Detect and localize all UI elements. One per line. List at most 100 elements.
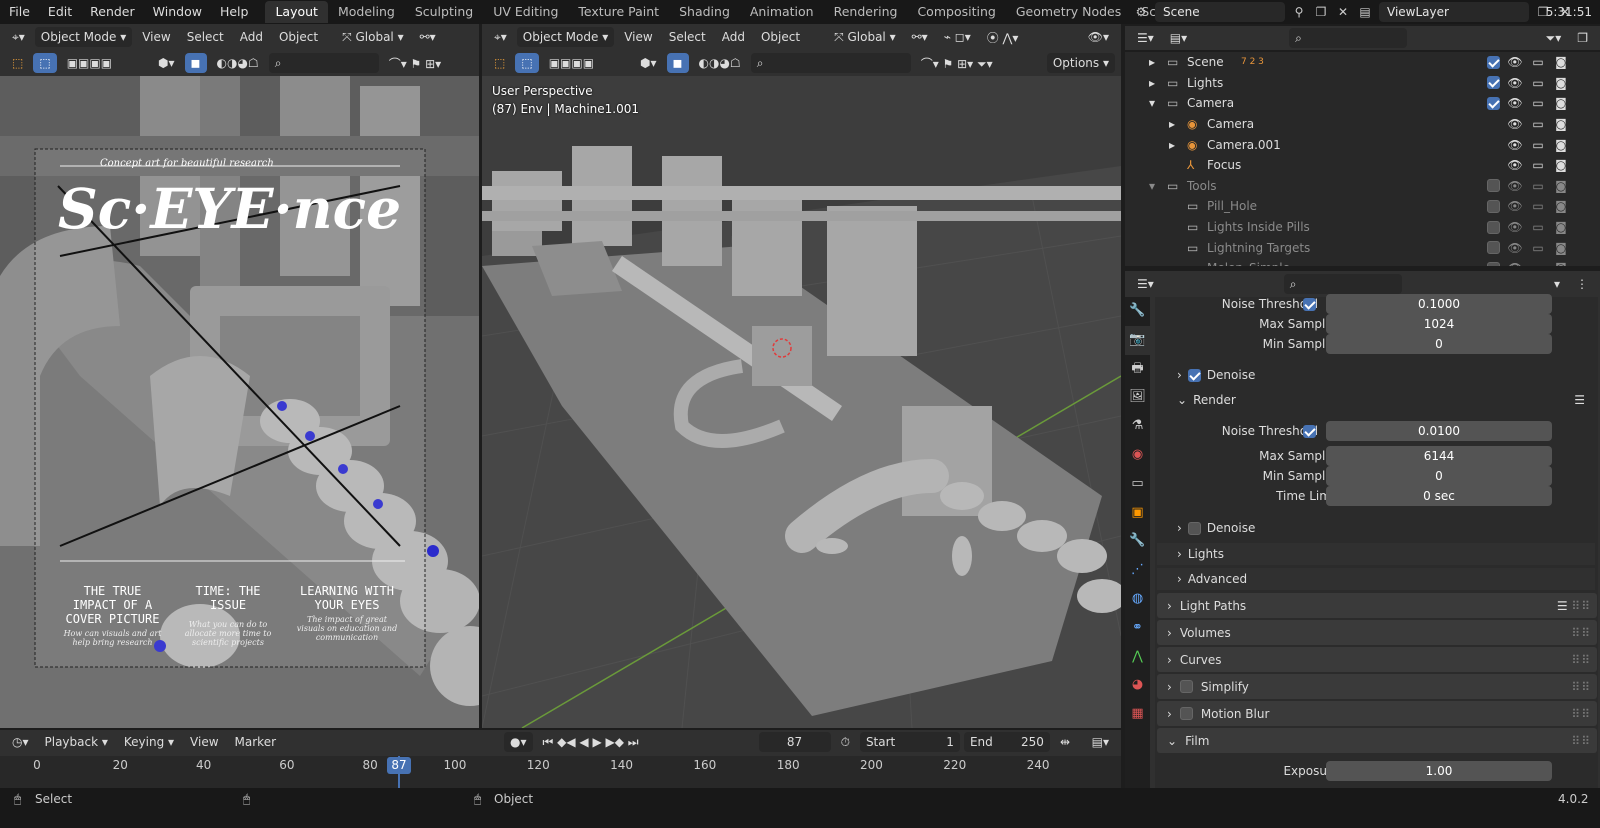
left-viewport-canvas[interactable]: Concept art for beautiful research Sc·EY… [0,76,479,728]
left-search-field[interactable]: ⌕ [268,53,379,73]
simplify-checkbox[interactable] [1179,680,1193,693]
camera-render-icon[interactable]: ◙ [1553,116,1569,132]
outliner-row[interactable]: ▭ Lightning Targets 👁 ▭ ◙ [1125,237,1600,258]
right-shading-modes-icons[interactable]: ◐◑◕☖ [693,53,747,73]
menu-object[interactable]: Object [273,27,324,47]
chevron-right-icon[interactable]: ▸ [1169,117,1175,131]
exclude-checkbox[interactable] [1487,179,1500,193]
eye-icon[interactable]: 👁 [1507,95,1523,111]
viewport-noise-threshold-checkbox[interactable] [1303,297,1316,311]
chevron-down-icon[interactable]: ▾ [1149,96,1155,110]
menu-playback[interactable]: Playback ▾ [39,732,114,752]
camera-render-icon[interactable]: ◙ [1553,75,1569,91]
drag-handle-icon[interactable]: ⠿⠿ [1571,626,1591,640]
camera-render-icon[interactable]: ◙ [1553,137,1569,153]
motion-blur-panel[interactable]: › Motion Blur ⠿⠿ [1157,701,1597,726]
record-button[interactable]: ●▾ [504,732,533,752]
camera-render-icon[interactable]: ◙ [1553,95,1569,111]
camera-render-icon[interactable]: ◙ [1553,54,1569,70]
lights-subpanel[interactable]: › Lights [1157,543,1595,565]
outliner-row[interactable]: ▸ ▭ Scene 7 2 3 👁 ▭ ◙ [1125,52,1600,73]
tab-uv-editing[interactable]: UV Editing [483,1,568,23]
drag-handle-icon[interactable]: ⠿⠿ [1571,734,1591,748]
noise-threshold-checkbox[interactable] [1303,424,1316,438]
delete-scene-icon[interactable]: ✕ [1335,4,1351,20]
menu-help[interactable]: Help [211,0,258,24]
right-menu-object[interactable]: Object [755,27,806,47]
advanced-subpanel[interactable]: › Advanced [1157,568,1595,590]
timeline-options-icon[interactable]: ▤▾ [1086,732,1115,752]
outliner-display-mode[interactable]: ▤▾ [1164,28,1193,48]
drag-handle-icon[interactable]: ⠿⠿ [1571,653,1591,667]
options-dropdown[interactable]: Options ▾ [1046,53,1115,73]
right-select-box-icon[interactable]: ⬚ [515,53,539,73]
render-tab-icon[interactable]: 📷 [1125,325,1150,355]
properties-search-field[interactable]: ⌕ [1283,274,1402,294]
right-search-field[interactable]: ⌕ [750,53,911,73]
noise-threshold-field[interactable]: 0.0100 [1326,421,1552,441]
right-orientation-dropdown[interactable]: ⤧ Global ▾ [828,27,902,47]
right-editor-type-button[interactable]: ⌖▾ [488,27,513,47]
shading-modes-icons[interactable]: ◐◑◕☖ [211,53,265,73]
min-samples-field[interactable]: 0 [1326,466,1552,486]
monitor-icon[interactable]: ▭ [1530,54,1546,70]
menu-render[interactable]: Render [81,0,144,24]
current-frame-field[interactable]: 87 [758,732,831,752]
material-tab-icon[interactable]: ◕ [1125,671,1150,700]
tab-modeling[interactable]: Modeling [328,1,405,23]
right-select-mode-icons[interactable]: ▣▣▣▣ [543,53,600,73]
right-menu-select[interactable]: Select [663,27,712,47]
simplify-panel[interactable]: › Simplify ⠿⠿ [1157,674,1597,699]
chevron-right-icon[interactable]: ▸ [1149,76,1155,90]
tab-shading[interactable]: Shading [669,1,740,23]
eye-icon[interactable]: 👁 [1507,157,1523,173]
exclude-checkbox[interactable] [1487,76,1500,90]
right-menu-add[interactable]: Add [716,27,751,47]
monitor-icon[interactable]: ▭ [1530,178,1546,194]
camera-render-icon[interactable]: ◙ [1553,157,1569,173]
end-frame-field[interactable]: End 250 [963,732,1050,752]
tab-animation[interactable]: Animation [740,1,824,23]
film-panel[interactable]: ⌄ Film ⠿⠿ [1157,728,1597,753]
particles-tab-icon[interactable]: ⋰ [1125,556,1150,585]
viewport-max-samples-field[interactable]: 1024 [1326,314,1552,334]
eye-icon[interactable]: 👁 [1507,137,1523,153]
max-samples-field[interactable]: 6144 [1326,446,1552,466]
camera-render-icon[interactable]: ◙ [1553,240,1569,256]
drag-handle-icon[interactable]: ⠿⠿ [1571,680,1591,694]
monitor-icon[interactable]: ▭ [1530,95,1546,111]
playhead-frame-badge[interactable]: 87 [387,757,411,774]
outliner-row[interactable]: ▸ ◉ Camera.001 👁 ▭ ◙ [1125,134,1600,155]
denoise-render-subpanel[interactable]: › Denoise [1177,517,1585,539]
eye-icon[interactable]: 👁 [1507,178,1523,194]
view-layer-field[interactable]: ViewLayer [1379,2,1529,22]
physics-tab-icon[interactable]: ◍ [1125,585,1150,614]
chevron-right-icon[interactable]: ▸ [1169,138,1175,152]
camera-render-icon[interactable]: ◙ [1553,219,1569,235]
chevron-down-icon[interactable]: ▾ [1149,179,1155,193]
select-mode-icons[interactable]: ▣▣▣▣ [61,53,118,73]
outliner-editor-type[interactable]: ☰▾ [1131,28,1160,48]
outliner-row[interactable]: ▭ Pill_Hole 👁 ▭ ◙ [1125,196,1600,217]
overlay-visibility-icon[interactable]: 👁▾ [1082,27,1115,47]
exclude-checkbox[interactable] [1487,220,1500,234]
outliner-filter-icon[interactable]: ⏷▾ [1540,28,1568,48]
texture-tab-icon[interactable]: ▦ [1125,700,1150,729]
outliner-row[interactable]: ⅄ Focus 👁 ▭ ◙ [1125,155,1600,176]
monitor-icon[interactable]: ▭ [1530,260,1546,266]
right-gizmo-icon[interactable]: ⬢▾ [634,53,663,73]
right-menu-view[interactable]: View [618,27,658,47]
camera-render-icon[interactable]: ◙ [1553,178,1569,194]
exclude-checkbox[interactable] [1487,96,1500,110]
denoise-viewport-subpanel[interactable]: › Denoise [1177,364,1585,386]
menu-marker[interactable]: Marker [229,732,282,752]
menu-add[interactable]: Add [234,27,269,47]
denoise-viewport-checkbox[interactable] [1187,368,1201,382]
motion-blur-checkbox[interactable] [1179,707,1193,720]
menu-window[interactable]: Window [144,0,211,24]
right-mode-dropdown[interactable]: Object Mode ▾ [516,27,615,47]
right-solid-shading-icon[interactable]: ◼ [666,53,689,73]
outliner-row[interactable]: ▭ Lights Inside Pills 👁 ▭ ◙ [1125,217,1600,238]
scene-name-field[interactable]: Scene [1155,2,1285,22]
camera-render-icon[interactable]: ◙ [1553,260,1569,266]
